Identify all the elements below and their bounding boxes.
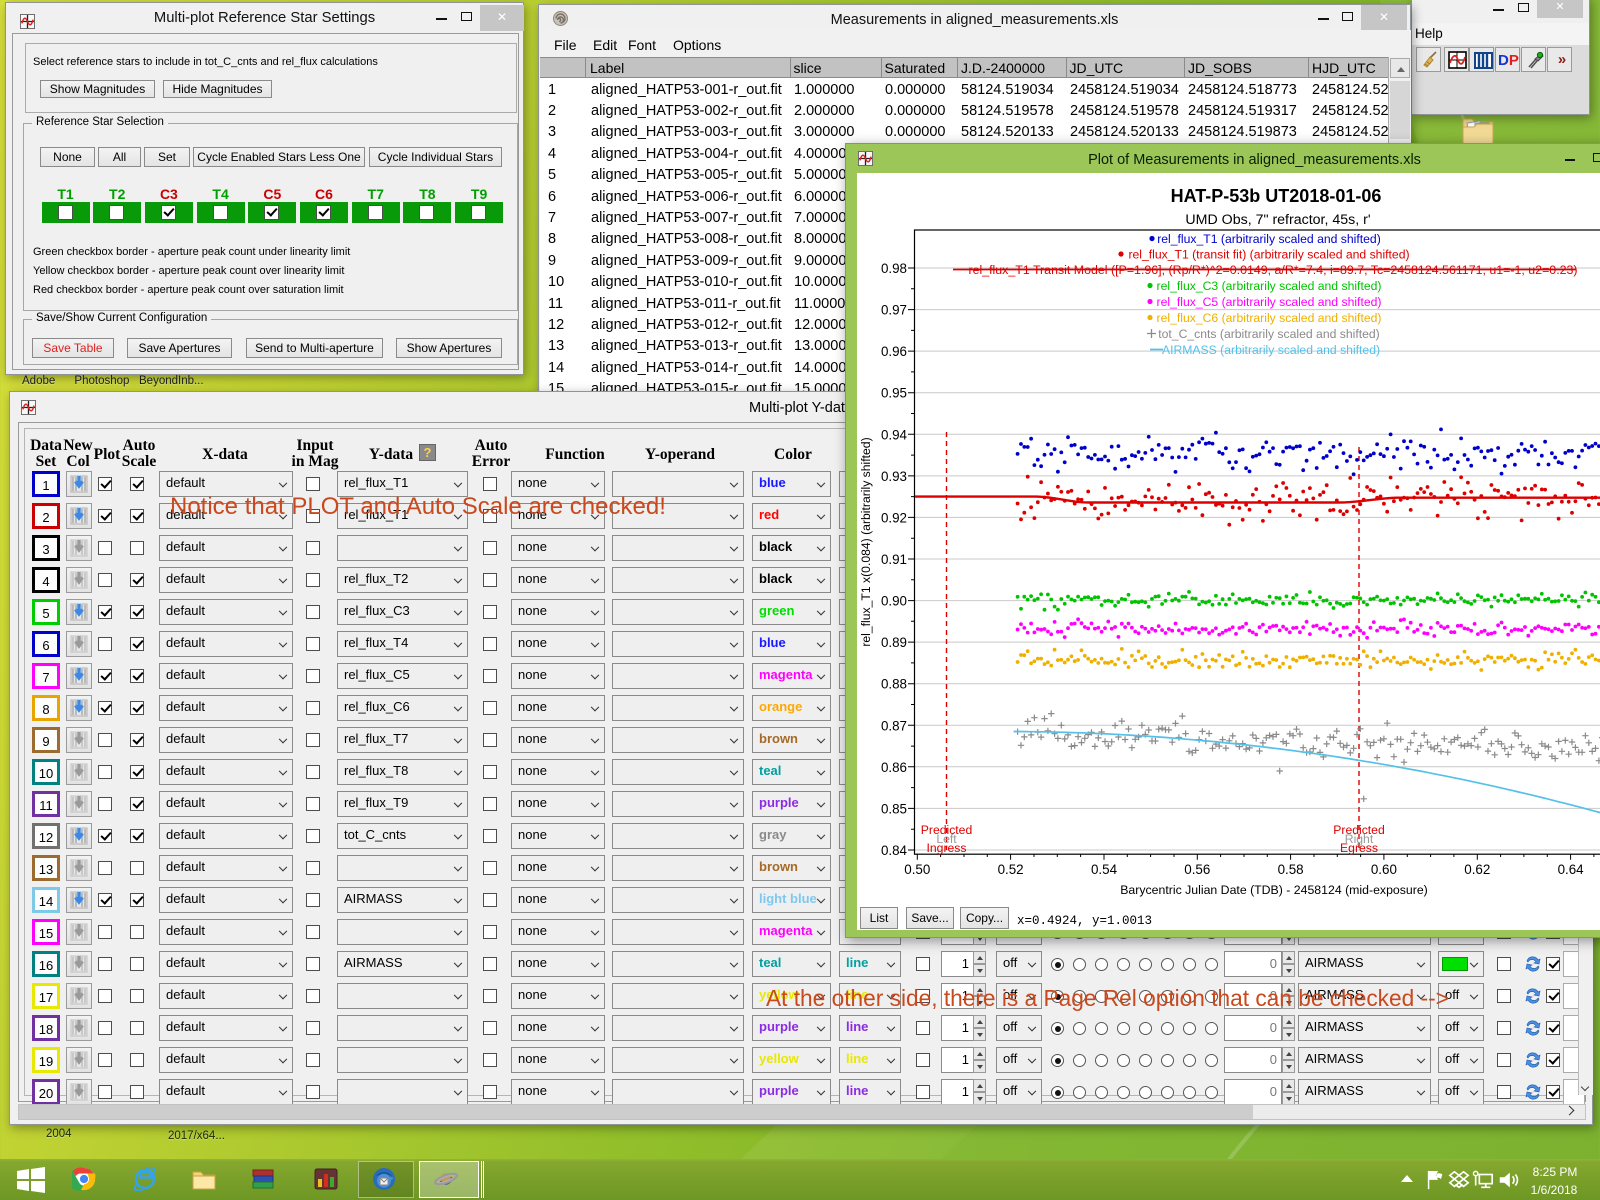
svg-text:0.52: 0.52 [998,862,1024,877]
svg-text:0.90: 0.90 [881,594,907,609]
svg-text:0.92: 0.92 [881,510,907,525]
svg-text:rel_flux_T1 (arbitrarily scale: rel_flux_T1 (arbitrarily scaled and shif… [1157,232,1381,246]
svg-text:0.88: 0.88 [881,677,907,692]
svg-text:0.85: 0.85 [881,801,907,816]
svg-text:0.98: 0.98 [881,261,907,276]
svg-text:0.62: 0.62 [1464,862,1490,877]
svg-text:AIRMASS (arbitrarily scaled an: AIRMASS (arbitrarily scaled and shifted) [1162,343,1380,357]
svg-text:0.93: 0.93 [881,469,907,484]
svg-text:0.56: 0.56 [1184,862,1210,877]
svg-text:0.95: 0.95 [881,386,907,401]
svg-text:0.50: 0.50 [904,862,930,877]
svg-text:0.96: 0.96 [881,344,907,359]
svg-text:0.60: 0.60 [1371,862,1397,877]
svg-text:rel_flux_T1 (transit fit) (arb: rel_flux_T1 (transit fit) (arbitrarily s… [1128,248,1409,262]
svg-text:rel_flux_C5 (arbitrarily scale: rel_flux_C5 (arbitrarily scaled and shif… [1157,295,1382,309]
svg-text:tot_C_cnts (arbitrarily scaled: tot_C_cnts (arbitrarily scaled and shift… [1158,327,1380,341]
svg-text:0.54: 0.54 [1091,862,1118,877]
svg-text:0.87: 0.87 [881,718,907,733]
svg-text:UMD Obs, 7" refractor, 45s, r': UMD Obs, 7" refractor, 45s, r' [1185,212,1370,228]
svg-text:0.64: 0.64 [1558,862,1585,877]
svg-text:HAT-P-53b UT2018-01-06: HAT-P-53b UT2018-01-06 [1171,186,1382,206]
svg-text:rel_flux_C3 (arbitrarily scale: rel_flux_C3 (arbitrarily scaled and shif… [1157,279,1382,293]
svg-text:Egress: Egress [1340,841,1378,855]
svg-text:0.89: 0.89 [881,635,907,650]
svg-text:0.91: 0.91 [881,552,907,567]
svg-text:Barycentric Julian Date (TDB): Barycentric Julian Date (TDB) - 2458124 … [1120,883,1428,897]
svg-text:0.84: 0.84 [881,843,908,858]
svg-text:0.97: 0.97 [881,303,907,318]
svg-text:rel_flux_T1 x(0.084) (arbitrar: rel_flux_T1 x(0.084) (arbitrarily shifte… [859,437,873,646]
svg-text:0.86: 0.86 [881,760,907,775]
svg-text:rel_flux_T1 Transit Model ([P=: rel_flux_T1 Transit Model ([P=1.96], (Rp… [968,263,1577,277]
svg-text:0.94: 0.94 [881,427,908,442]
svg-text:Ingress: Ingress [927,841,967,855]
svg-text:rel_flux_C6 (arbitrarily scale: rel_flux_C6 (arbitrarily scaled and shif… [1157,311,1382,325]
svg-text:0.58: 0.58 [1278,862,1304,877]
